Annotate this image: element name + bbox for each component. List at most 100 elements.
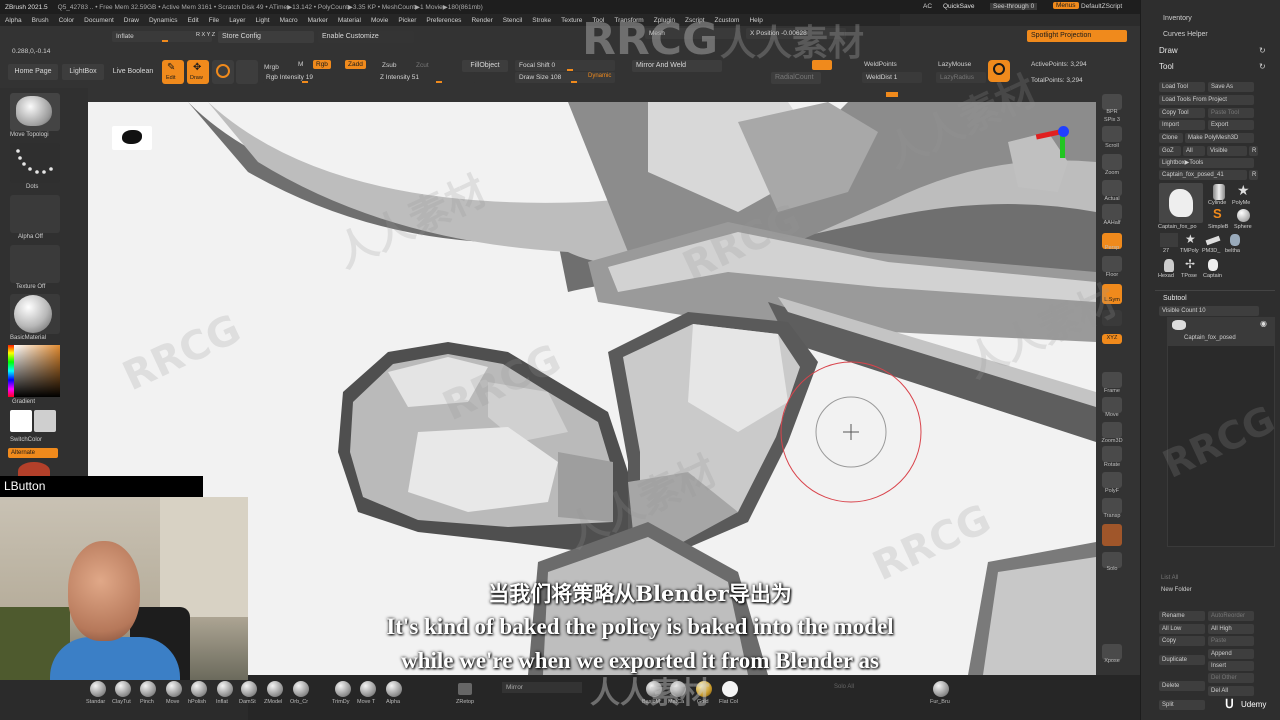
spotlight-projection-button[interactable]: Spotlight Projection (1027, 30, 1127, 42)
material-flat-color-icon[interactable] (722, 681, 738, 697)
aahalf-button[interactable] (1102, 204, 1122, 220)
import-button[interactable]: Import (1159, 120, 1205, 130)
material-basic-icon[interactable] (646, 681, 662, 697)
floor-button[interactable] (1102, 256, 1122, 272)
lock-button[interactable] (1102, 310, 1122, 326)
menu-item-layer[interactable]: Layer (224, 17, 250, 24)
menu-item-movie[interactable]: Movie (366, 17, 393, 24)
brush-move-icon[interactable] (166, 681, 182, 697)
rgb-button[interactable]: Rgb (313, 60, 331, 69)
tool-thumb-tmpoly[interactable]: ★ (1182, 232, 1200, 247)
menu-item-light[interactable]: Light (250, 17, 274, 24)
zadd-button[interactable]: Zadd (345, 60, 366, 69)
frame-button[interactable] (1102, 372, 1122, 388)
actual-button[interactable] (1102, 180, 1122, 196)
tool-thumb-hexad[interactable] (1160, 258, 1178, 272)
rotate-button[interactable] (1102, 446, 1122, 462)
menu-item-marker[interactable]: Marker (303, 17, 333, 24)
delete-button[interactable]: Delete (1159, 681, 1205, 691)
polyf-button[interactable] (1102, 472, 1122, 488)
menu-item-alpha[interactable]: Alpha (0, 17, 27, 24)
main-color-swatch[interactable] (10, 410, 32, 432)
goz-r-button[interactable]: R (1249, 146, 1258, 156)
clone-button[interactable]: Clone (1159, 133, 1183, 143)
ac-label[interactable]: AC (923, 3, 932, 10)
current-tool-r-button[interactable]: R (1249, 170, 1258, 180)
menu-item-file[interactable]: File (204, 17, 224, 24)
tool-thumb-polymesh[interactable]: ★ (1233, 182, 1253, 200)
material-tile[interactable] (10, 294, 60, 334)
material-gold-icon[interactable] (696, 681, 712, 697)
transp-button[interactable] (1102, 498, 1122, 514)
menu-item-picker[interactable]: Picker (393, 17, 421, 24)
brush-move-topo-icon[interactable] (360, 681, 376, 697)
radialcount-slider[interactable]: RadialCount (771, 72, 821, 84)
z-intensity-slider[interactable]: Z Intensity 51 (376, 72, 476, 83)
focal-shift-slider[interactable]: Focal Shift 0 (515, 60, 615, 71)
tool-palette-reset-icon[interactable]: ↻ (1259, 62, 1266, 71)
del-other-button[interactable]: Del Other (1208, 673, 1254, 683)
texture-tile[interactable] (10, 245, 60, 283)
menu-item-render[interactable]: Render (466, 17, 497, 24)
goz-visible-button[interactable]: Visible (1207, 146, 1247, 156)
lightbox-button[interactable]: LightBox (62, 64, 104, 80)
brush-pinch-icon[interactable] (140, 681, 156, 697)
tool-thumb-simplebrush[interactable]: S (1209, 206, 1229, 224)
scale-mode-button[interactable] (236, 60, 258, 84)
menu-item-stroke[interactable]: Stroke (527, 17, 556, 24)
live-boolean-button[interactable]: Live Boolean (108, 64, 158, 80)
material-matcap-icon[interactable] (670, 681, 686, 697)
store-config-button[interactable]: Store Config (218, 31, 314, 43)
menu-item-color[interactable]: Color (54, 17, 80, 24)
goz-all-button[interactable]: All (1183, 146, 1205, 156)
brush-damstandard-icon[interactable] (241, 681, 257, 697)
menu-item-transform[interactable]: Transform (609, 17, 648, 24)
menu-item-help[interactable]: Help (744, 17, 767, 24)
current-tool-slider[interactable]: Captain_fox_posed_41 (1159, 170, 1247, 180)
brush-standard-icon[interactable] (90, 681, 106, 697)
load-from-project-button[interactable]: Load Tools From Project (1159, 95, 1254, 105)
goz-button[interactable]: GoZ (1159, 146, 1181, 156)
rgb-intensity-slider[interactable]: Rgb Intensity 19 (262, 72, 362, 83)
zoom-button[interactable] (1102, 154, 1122, 170)
draw-palette-header[interactable]: Draw (1159, 46, 1178, 55)
mirror-and-weld-button[interactable]: Mirror And Weld (632, 60, 722, 72)
radial-toggle[interactable] (812, 60, 832, 70)
menu-item-texture[interactable]: Texture (556, 17, 587, 24)
tool-thumb-tpose[interactable]: ✢ (1182, 257, 1200, 272)
brush-inflate-icon[interactable] (217, 681, 233, 697)
paste-tool-button[interactable]: Paste Tool (1208, 108, 1254, 118)
tool-thumb-pm3d[interactable] (1204, 233, 1222, 247)
lightbox-tools-button[interactable]: Lightbox▶Tools (1159, 158, 1254, 168)
brush-orb-cracks-icon[interactable] (293, 681, 309, 697)
m-label[interactable]: M (298, 61, 303, 68)
move-button[interactable] (1102, 397, 1122, 413)
bpr-button[interactable] (1102, 94, 1122, 110)
see-through-slider[interactable]: See-through 0 (990, 3, 1038, 10)
curves-helper-header[interactable]: Curves Helper (1163, 31, 1208, 38)
menu-item-zplugin[interactable]: Zplugin (649, 17, 680, 24)
del-all-button[interactable]: Del All (1208, 686, 1254, 696)
copy-tool-button[interactable]: Copy Tool (1159, 108, 1205, 118)
brush-zmodeler-icon[interactable] (267, 681, 283, 697)
make-polymesh-button[interactable]: Make PolyMesh3D (1185, 133, 1254, 143)
draw-palette-reset-icon[interactable]: ↻ (1259, 46, 1266, 55)
solo-all-slider[interactable]: Solo All (834, 682, 894, 693)
color-picker[interactable] (8, 345, 60, 397)
quicksave-button[interactable]: QuickSave (943, 3, 974, 10)
ghost-button[interactable] (1102, 524, 1122, 546)
menu-item-preferences[interactable]: Preferences (421, 17, 466, 24)
zretop-icon[interactable] (458, 683, 472, 695)
draw-button[interactable]: ✥ Draw (187, 60, 209, 84)
export-button[interactable]: Export (1208, 120, 1254, 130)
visible-count-slider[interactable]: Visible Count 10 (1159, 306, 1259, 316)
tool-thumb-cylinder[interactable] (1209, 183, 1229, 200)
fur-brush-icon[interactable] (933, 681, 949, 697)
alpha-tile[interactable] (10, 195, 60, 233)
menus-toggle[interactable]: Menus (1053, 2, 1079, 9)
tool-thumb-main[interactable] (1159, 183, 1203, 223)
menu-item-material[interactable]: Material (333, 17, 366, 24)
fillobject-button[interactable]: FillObject (462, 60, 508, 72)
switch-color-label[interactable]: SwitchColor (10, 437, 42, 443)
subtool-header[interactable]: Subtool (1163, 295, 1187, 302)
